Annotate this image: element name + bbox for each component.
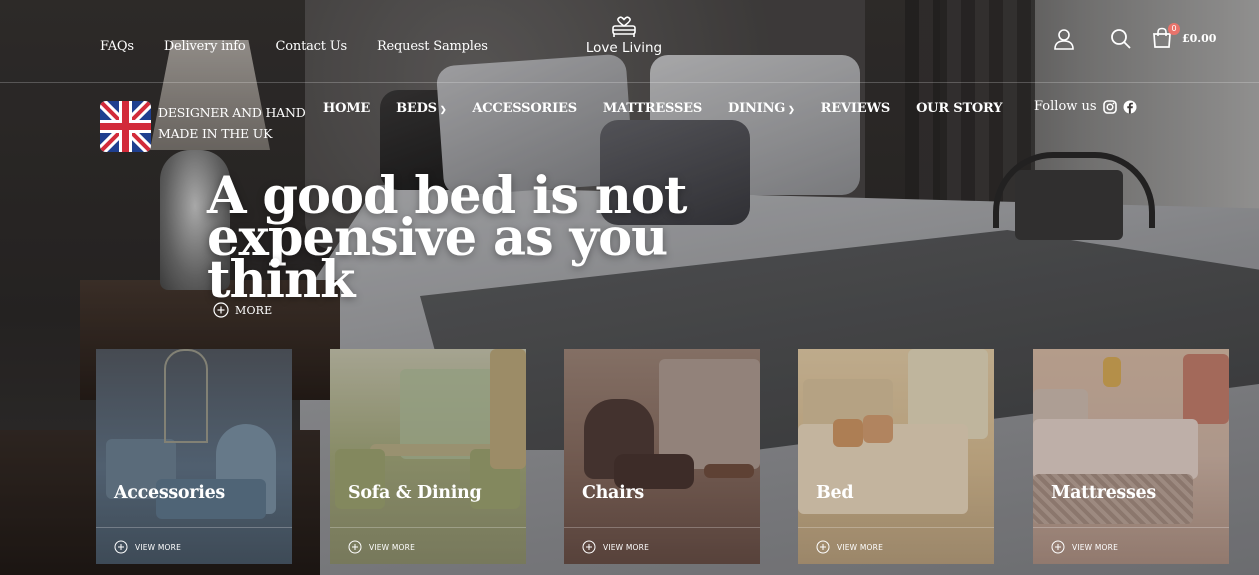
follow-us-label: Follow us [1034, 99, 1097, 114]
delivery-info-link[interactable]: Delivery info [164, 39, 246, 54]
nav-reviews-label: REVIEWS [820, 101, 891, 116]
card-overlay [798, 349, 994, 564]
view-more-label: VIEW MORE [603, 542, 650, 552]
contact-us-link[interactable]: Contact Us [276, 39, 348, 54]
plus-circle-icon [582, 540, 596, 554]
category-title: Chairs [582, 483, 644, 503]
plus-circle-icon [816, 540, 830, 554]
request-samples-link[interactable]: Request Samples [377, 39, 488, 54]
nav-accessories[interactable]: ACCESSORIES [472, 101, 577, 116]
card-overlay [564, 349, 760, 564]
plus-circle-icon [114, 540, 128, 554]
view-more-label: VIEW MORE [837, 542, 884, 552]
category-card-chairs[interactable]: Chairs VIEW MORE [564, 349, 760, 564]
nav-mattresses[interactable]: MATTRESSES [603, 101, 702, 116]
view-more-label: VIEW MORE [135, 542, 182, 552]
bed-logo-icon [612, 16, 636, 37]
top-bar: FAQs Delivery info Contact Us Request Sa… [0, 0, 1259, 83]
site-logo[interactable]: Love Living [578, 15, 670, 56]
card-overlay [1033, 349, 1229, 564]
nav-our-story[interactable]: OUR STORY [916, 101, 1002, 116]
facebook-icon[interactable] [1123, 100, 1137, 114]
plus-circle-icon [1051, 540, 1065, 554]
cart-count-badge: 0 [1168, 23, 1180, 35]
headline-line-2: expensive as you think [207, 208, 668, 310]
nav-mattresses-label: MATTRESSES [602, 101, 703, 116]
card-overlay [96, 349, 292, 564]
divider [798, 527, 994, 528]
follow-us: Follow us [1034, 99, 1137, 114]
card-overlay [330, 349, 526, 564]
hero-headline: A good bed is not expensive as you think [207, 171, 767, 306]
divider [564, 527, 760, 528]
nav-accessories-label: ACCESSORIES [472, 101, 577, 116]
category-card-bed[interactable]: Bed VIEW MORE [798, 349, 994, 564]
nav-reviews[interactable]: REVIEWS [820, 101, 891, 116]
nav-beds[interactable]: BEDS ❯ [396, 101, 446, 116]
cart-total[interactable]: £0.00 [1182, 32, 1216, 45]
category-title: Mattresses [1051, 483, 1156, 503]
tagline-line-2: MADE IN THE UK [158, 126, 273, 141]
view-more-link[interactable]: VIEW MORE [114, 540, 181, 554]
divider [96, 527, 292, 528]
instagram-icon[interactable] [1102, 99, 1117, 114]
plus-circle-icon [348, 540, 362, 554]
chevron-down-icon: ❯ [439, 103, 447, 114]
nav-home-label: HOME [323, 101, 371, 116]
main-navigation: HOME BEDS ❯ ACCESSORIES MATTRESSES DINING… [323, 101, 1028, 116]
view-more-link[interactable]: VIEW MORE [816, 540, 883, 554]
view-more-link[interactable]: VIEW MORE [348, 540, 415, 554]
uk-flag-icon [100, 101, 151, 152]
search-icon[interactable] [1110, 28, 1132, 50]
faqs-link[interactable]: FAQs [100, 39, 134, 54]
divider [1033, 527, 1229, 528]
category-title: Accessories [114, 483, 225, 503]
account-icon[interactable] [1053, 28, 1075, 50]
more-button[interactable]: MORE [213, 302, 272, 318]
category-card-accessories[interactable]: Accessories VIEW MORE [96, 349, 292, 564]
made-in-uk-tagline: DESIGNER AND HAND MADE IN THE UK [158, 102, 308, 144]
brand-name: Love Living [585, 40, 663, 56]
category-card-sofa-dining[interactable]: Sofa & Dining VIEW MORE [330, 349, 526, 564]
plus-circle-icon [213, 302, 229, 318]
divider [330, 527, 526, 528]
nav-beds-label: BEDS [396, 101, 437, 116]
nav-dining-label: DINING [728, 101, 786, 116]
view-more-link[interactable]: VIEW MORE [1051, 540, 1118, 554]
chevron-down-icon: ❯ [788, 103, 795, 114]
more-label: MORE [235, 303, 273, 317]
tagline-line-1: DESIGNER AND HAND [158, 105, 306, 120]
category-card-mattresses[interactable]: Mattresses VIEW MORE [1033, 349, 1229, 564]
nav-dining[interactable]: DINING ❯ [728, 101, 795, 116]
nav-our-story-label: OUR STORY [916, 101, 1003, 116]
utility-links: FAQs Delivery info Contact Us Request Sa… [100, 39, 518, 54]
category-title: Sofa & Dining [348, 483, 482, 503]
view-more-label: VIEW MORE [1072, 542, 1119, 552]
category-title: Bed [816, 483, 854, 503]
view-more-link[interactable]: VIEW MORE [582, 540, 649, 554]
nav-home[interactable]: HOME [323, 101, 370, 116]
view-more-label: VIEW MORE [369, 542, 416, 552]
